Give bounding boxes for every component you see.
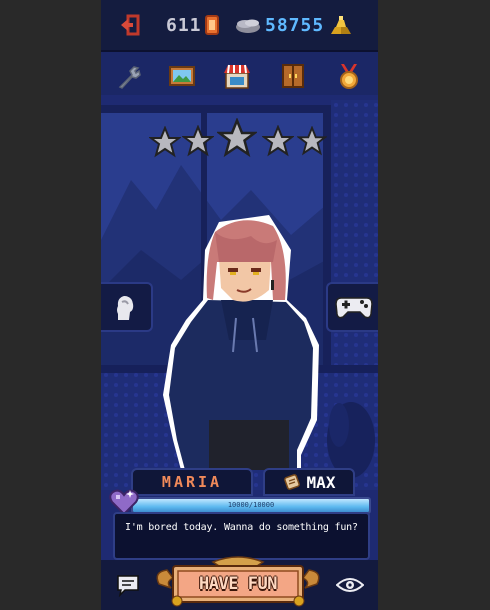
character-name: MARIA xyxy=(161,473,223,491)
chat-button[interactable] xyxy=(111,568,145,602)
star-icon xyxy=(262,125,294,157)
dialog-box: I'm bored today. Wanna do something fun? xyxy=(113,512,370,560)
menu-button-wardrobe[interactable] xyxy=(275,58,311,94)
gamepad-icon xyxy=(335,297,373,319)
exit-button[interactable] xyxy=(119,12,141,38)
minigame-button[interactable] xyxy=(326,282,378,332)
exit-door-icon xyxy=(121,14,140,36)
have-fun-button[interactable]: HAVE FUN xyxy=(153,554,323,608)
chat-bubble-icon xyxy=(117,575,139,597)
top-resource-bar: 611 58755 xyxy=(101,0,378,52)
affection-text: 10000/10000 xyxy=(227,501,275,509)
bottom-bar: HAVE FUN xyxy=(101,556,378,610)
have-fun-label: HAVE FUN xyxy=(199,574,277,594)
menu-button-tools[interactable] xyxy=(111,58,147,94)
wardrobe-icon xyxy=(282,64,304,88)
star-icon xyxy=(149,126,181,158)
star-rating xyxy=(149,118,329,166)
wrench-icon xyxy=(118,66,141,89)
coins-value: 58755 xyxy=(265,14,325,36)
shop-icon xyxy=(224,64,250,89)
dialog-text: I'm bored today. Wanna do something fun? xyxy=(125,522,358,533)
menu-button-shop[interactable] xyxy=(219,58,255,94)
character-nameplate: MARIA MAX xyxy=(131,468,355,496)
tickets-counter: 611 xyxy=(166,12,219,38)
game-screen: 611 58755 MARIA MAX 10000/10000 I'm bore… xyxy=(101,0,378,610)
menu-button-achievements[interactable] xyxy=(331,58,367,94)
coins-icon xyxy=(236,19,260,33)
coins-counter: 58755 xyxy=(235,12,352,38)
medal-icon xyxy=(340,64,358,89)
star-icon xyxy=(217,118,257,158)
menu-button-gallery[interactable] xyxy=(164,58,200,94)
star-icon xyxy=(297,126,327,156)
character-silhouette-icon xyxy=(117,296,134,320)
affection-bar: 10000/10000 xyxy=(109,489,371,516)
painting-icon xyxy=(169,66,195,86)
eye-icon xyxy=(336,578,364,592)
level-value: MAX xyxy=(306,472,336,492)
view-toggle-button[interactable] xyxy=(333,568,367,602)
gold-bars-icon xyxy=(331,16,352,34)
scroll-icon xyxy=(283,474,300,490)
menu-row xyxy=(101,58,378,94)
character-select-button[interactable] xyxy=(101,282,153,332)
tickets-value: 611 xyxy=(166,14,202,36)
ticket-icon xyxy=(204,15,219,35)
star-icon xyxy=(182,125,214,157)
